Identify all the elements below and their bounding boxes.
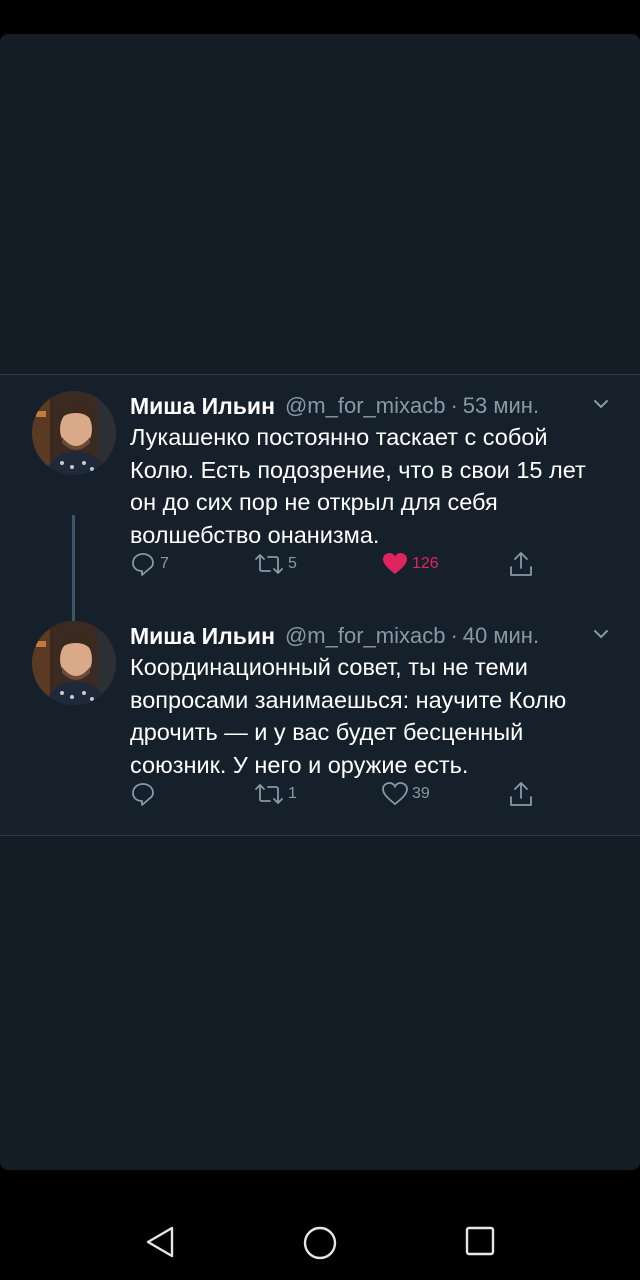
avatar[interactable] [32, 621, 116, 705]
author-name[interactable]: Миша Ильин [130, 393, 275, 420]
tweet-time[interactable]: 40 мин. [463, 623, 539, 649]
tweet-time[interactable]: 53 мин. [463, 393, 539, 419]
author-name[interactable]: Миша Ильин [130, 623, 275, 650]
share-icon [510, 782, 532, 806]
heart-icon [382, 782, 408, 806]
retweet-button[interactable]: 5 [254, 549, 297, 579]
home-circle-icon[interactable] [302, 1225, 338, 1261]
avatar-photo [32, 391, 116, 475]
like-button[interactable]: 39 [382, 779, 430, 809]
author-handle[interactable]: @m_for_mixacb [285, 393, 446, 419]
reply-count: 7 [160, 555, 169, 572]
reply-icon [132, 553, 154, 576]
like-count: 39 [412, 785, 430, 802]
app-screen: Миша Ильин @m_for_mixacb · 53 мин. Лукаш… [0, 34, 640, 1170]
separator: · [450, 623, 458, 648]
reply-button[interactable]: 7 [130, 549, 169, 579]
avatar[interactable] [32, 391, 116, 475]
tweet-header: Миша Ильин @m_for_mixacb · 53 мин. [130, 391, 620, 421]
like-button[interactable]: 126 [382, 549, 439, 579]
retweet-count: 5 [288, 555, 297, 572]
reply-button[interactable] [130, 779, 160, 809]
tweet-text: Лукашенко постоянно таскает с собой Колю… [130, 424, 586, 548]
tweet-text: Координационный совет, ты не теми вопрос… [130, 654, 567, 778]
retweet-button[interactable]: 1 [254, 779, 297, 809]
like-count: 126 [412, 555, 439, 572]
back-triangle-icon[interactable] [144, 1225, 176, 1259]
recents-square-icon[interactable] [464, 1225, 496, 1257]
tweet-actions: 1 39 [130, 779, 550, 809]
tweet-thread: Миша Ильин @m_for_mixacb · 53 мин. Лукаш… [0, 374, 640, 836]
retweet-count: 1 [288, 785, 297, 802]
chevron-down-icon[interactable] [590, 393, 612, 415]
avatar-photo [32, 621, 116, 705]
heart-icon [383, 553, 407, 574]
retweet-icon [255, 554, 283, 574]
tweet-header: Миша Ильин @m_for_mixacb · 40 мин. [130, 621, 620, 651]
author-handle[interactable]: @m_for_mixacb [285, 623, 446, 649]
share-button[interactable] [508, 549, 534, 579]
reply-icon [132, 783, 154, 806]
separator: · [450, 393, 458, 418]
share-icon [510, 552, 532, 576]
share-button[interactable] [508, 779, 534, 809]
android-navigation-bar [0, 1170, 640, 1280]
chevron-down-icon[interactable] [590, 623, 612, 645]
tweet-actions: 7 5 126 [130, 549, 550, 579]
retweet-icon [255, 784, 283, 804]
